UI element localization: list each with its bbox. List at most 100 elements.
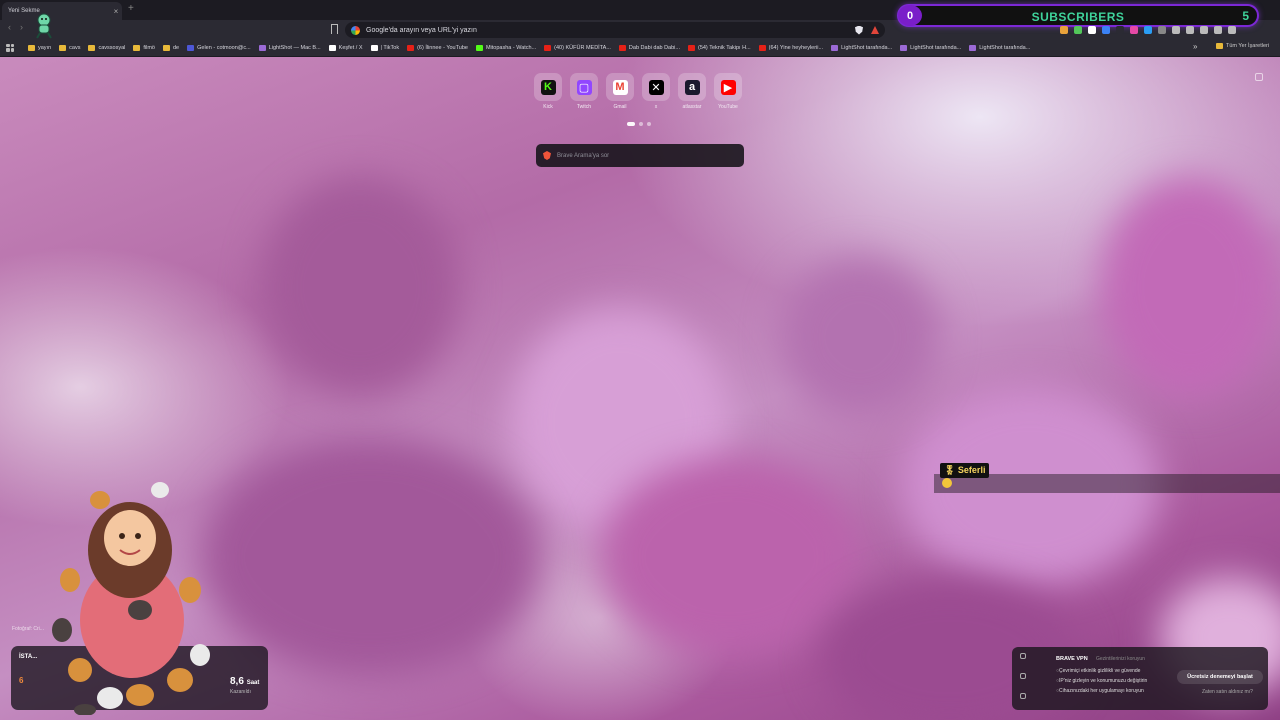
flower-blob <box>200 437 540 677</box>
youtube-icon <box>687 44 695 51</box>
page-dot[interactable] <box>627 122 635 126</box>
top-site-label: Kick <box>543 104 553 110</box>
hours-value: 8,6 Saat <box>230 676 259 687</box>
bookmark-item[interactable]: cavssosyal <box>88 44 126 51</box>
feather-icon <box>831 44 839 51</box>
top-site-tile[interactable]: ✕ <box>642 73 670 101</box>
top-site-twitch[interactable]: ▢ Twitch <box>570 73 598 110</box>
vpn-already-purchased-link[interactable]: Zaten satın aldınız mı? <box>1202 689 1253 695</box>
bookmark-item[interactable]: yayın <box>28 44 51 51</box>
top-site-tile[interactable]: ▶ <box>714 73 742 101</box>
bookmark-item[interactable]: Dab Dabi dab Dabi... <box>618 44 680 51</box>
extension-icon[interactable] <box>1088 26 1096 34</box>
close-icon[interactable]: × <box>110 7 122 16</box>
menu-icon[interactable] <box>1228 26 1236 34</box>
bookmarks-overflow-icon[interactable]: » <box>1193 42 1197 51</box>
google-icon <box>351 25 360 35</box>
vpn-feature: Cihazınızdaki her uygulamayı koruyun <box>1056 688 1144 694</box>
top-site-x[interactable]: ✕ x <box>642 73 670 110</box>
bookmark-item[interactable]: (54) Teknik Takipı H... <box>687 44 751 51</box>
x-icon <box>328 44 336 51</box>
location-icon[interactable] <box>1020 653 1026 659</box>
folder-icon <box>1216 43 1223 49</box>
top-site-kick[interactable]: K Kick <box>534 73 562 110</box>
brave-shield-icon[interactable] <box>855 25 863 35</box>
vpn-card-sidebar <box>1018 653 1028 699</box>
youtube-icon <box>544 44 552 51</box>
customize-icon[interactable] <box>1255 73 1263 81</box>
extension-icon[interactable] <box>1144 26 1152 34</box>
extension-icon[interactable] <box>1130 26 1138 34</box>
subscribers-overlay: 0 SUBSCRIBERS 5 <box>897 4 1259 27</box>
bookmark-item[interactable]: (64) Yine heyheylerii... <box>758 44 824 51</box>
vpn-subtitle: Gezintilerinizi koruyun <box>1096 656 1145 662</box>
kick-icon <box>475 44 483 51</box>
brave-rewards-icon[interactable] <box>871 26 879 34</box>
bookmark-item[interactable]: | TikTok <box>370 44 399 51</box>
tab-title: Yeni Sekme <box>8 8 40 14</box>
new-tab-button[interactable]: + <box>128 3 134 14</box>
bookmarks-bar: yayın cavs cavssosyal filmö de Gelen - cotmoo… <box>0 39 1280 57</box>
top-site-label: Gmail <box>613 104 627 110</box>
bookmark-item[interactable]: filmö <box>133 44 155 51</box>
bookmark-label: LightShot tarafında... <box>910 44 962 51</box>
folder-icon <box>59 44 67 51</box>
bookmark-item[interactable]: (40) KÜFÜR MEDİTA... <box>544 44 611 51</box>
search-input[interactable]: Brave Arama'ya sor <box>557 153 609 159</box>
bookmark-item[interactable]: Gelen - cotmoon@c... <box>187 44 251 51</box>
flower-blob <box>260 177 460 397</box>
puzzle-icon[interactable] <box>1172 26 1180 34</box>
apps-grid-icon[interactable] <box>6 43 14 52</box>
extension-icon[interactable] <box>1060 26 1068 34</box>
top-sites-pagination[interactable] <box>627 122 651 126</box>
bookmark-item[interactable]: Keşfet / X <box>328 44 363 51</box>
extension-icon[interactable] <box>1102 26 1110 34</box>
warning-icon[interactable] <box>1020 673 1026 679</box>
bookmark-item[interactable]: de <box>163 44 179 51</box>
youtube-icon <box>618 44 626 51</box>
bookmark-label: Mitopasha - Watch... <box>485 44 537 51</box>
bookmark-label: (64) Yine heyheylerii... <box>768 44 824 51</box>
bookmark-item[interactable]: Mitopasha - Watch... <box>475 44 537 51</box>
bookmark-icon[interactable] <box>331 24 338 34</box>
brave-search-box[interactable]: Brave Arama'ya sor <box>536 144 744 167</box>
bookmark-item[interactable]: cavs <box>59 44 80 51</box>
kick-icon: K <box>540 79 556 95</box>
tiktok-icon <box>370 44 378 51</box>
page-dot[interactable] <box>647 122 651 126</box>
address-input[interactable]: Google'da arayın veya URL'yi yazın <box>366 27 855 34</box>
hours-unit: Saat <box>246 680 260 686</box>
extension-icon[interactable] <box>1116 26 1124 34</box>
sidebar-icon[interactable] <box>1186 26 1194 34</box>
chat-username: 🎖 Seferli <box>940 463 990 478</box>
top-site-tile[interactable]: ▢ <box>570 73 598 101</box>
extension-icon[interactable] <box>1158 26 1166 34</box>
back-icon[interactable]: ‹ <box>8 22 11 32</box>
window-icon[interactable] <box>1020 693 1026 699</box>
vpn-start-trial-button[interactable]: Ücretsiz denemeyi başlat <box>1177 670 1263 684</box>
top-site-gmail[interactable]: M Gmail <box>606 73 634 110</box>
page-dot[interactable] <box>639 122 643 126</box>
forward-icon[interactable]: › <box>20 22 23 32</box>
feather-icon <box>969 44 977 51</box>
top-site-youtube[interactable]: ▶ YouTube <box>714 73 742 110</box>
vpn-icon[interactable] <box>1214 26 1222 34</box>
top-site-tile[interactable]: M <box>606 73 634 101</box>
bookmark-item[interactable]: LightShot tarafında... <box>831 44 892 51</box>
extension-icon[interactable] <box>1074 26 1082 34</box>
bookmark-item[interactable]: LightShot tarafında... <box>900 44 962 51</box>
tab-new-tab[interactable]: Yeni Sekme × <box>2 2 122 20</box>
bookmark-item[interactable]: LightShot tarafında... <box>969 44 1030 51</box>
top-site-tile[interactable]: K <box>534 73 562 101</box>
address-bar[interactable]: Google'da arayın veya URL'yi yazın <box>345 22 885 38</box>
wallet-icon[interactable] <box>1200 26 1208 34</box>
top-site-atlasstar[interactable]: a atlasstar <box>678 73 706 110</box>
all-bookmarks-folder[interactable]: Tüm Yer İşaretleri <box>1216 43 1269 49</box>
bookmark-item[interactable]: LightShot — Mac B... <box>258 44 321 51</box>
vpn-feature: IP'niz gizleyin ve konumunuzu değiştirin <box>1056 678 1147 684</box>
bookmark-label: cavssosyal <box>98 44 126 51</box>
top-site-tile[interactable]: a <box>678 73 706 101</box>
flower-blob <box>780 257 940 417</box>
bookmark-item[interactable]: (6) İlinnee - YouTube <box>407 44 468 51</box>
feather-icon <box>900 44 908 51</box>
